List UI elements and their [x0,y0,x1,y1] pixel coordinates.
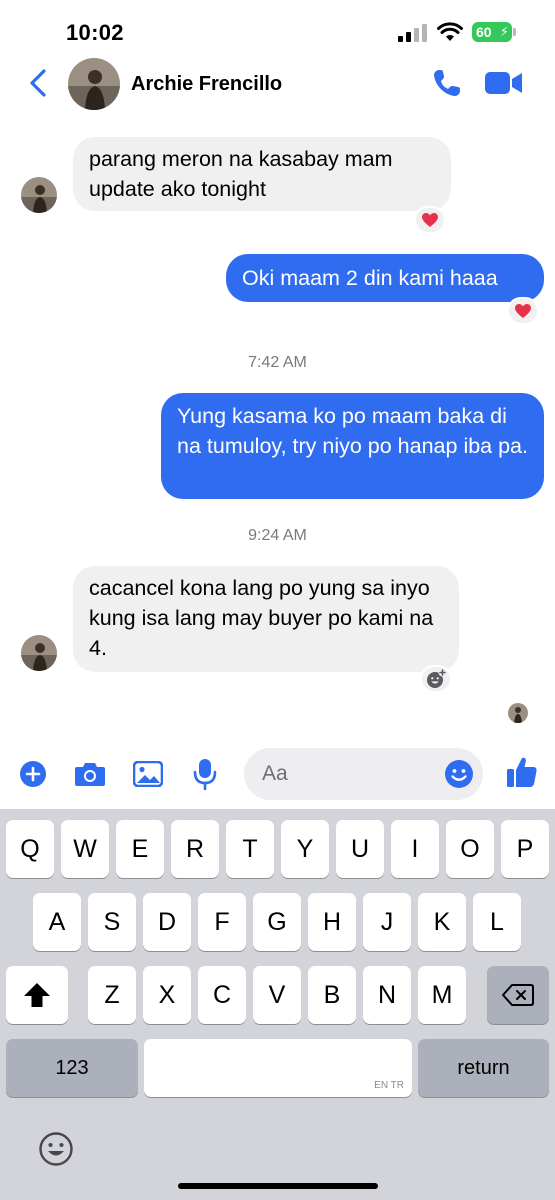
emoji-icon[interactable] [444,759,474,789]
video-call-icon[interactable] [485,70,523,96]
keyboard-language-hint: EN TR [374,1080,404,1091]
sender-avatar[interactable] [21,635,57,671]
key-l[interactable]: L [473,893,521,951]
cellular-signal-icon [398,24,427,42]
microphone-icon[interactable] [193,758,217,790]
key-q[interactable]: Q [6,820,54,878]
key-y[interactable]: Y [281,820,329,878]
shift-arrow-icon [24,983,50,1007]
key-c[interactable]: C [198,966,246,1024]
timestamp: 9:24 AM [248,527,307,544]
key-n[interactable]: N [363,966,411,1024]
chat-header: Archie Frencillo [0,56,555,116]
contact-name[interactable]: Archie Frencillo [131,73,282,96]
thumbs-up-icon[interactable] [505,755,539,789]
camera-icon[interactable] [74,760,106,788]
status-time: 10:02 [66,20,124,45]
key-d[interactable]: D [143,893,191,951]
key-z[interactable]: Z [88,966,136,1024]
keyboard-emoji-icon[interactable] [38,1131,74,1167]
key-b[interactable]: B [308,966,356,1024]
on-screen-keyboard: Q W E R T Y U I O P A S D F G H J K L Z … [0,809,555,1200]
contact-avatar[interactable] [68,58,120,110]
key-u[interactable]: U [336,820,384,878]
status-bar: 10:02 60 ⚡ [0,0,555,60]
shift-key[interactable] [6,966,68,1024]
gallery-icon[interactable] [133,761,163,787]
key-o[interactable]: O [446,820,494,878]
battery-tip [513,28,516,36]
key-r[interactable]: R [171,820,219,878]
key-j[interactable]: J [363,893,411,951]
seen-by-avatar [508,703,528,723]
back-chevron-icon[interactable] [26,68,52,98]
timestamp: 7:42 AM [248,354,307,371]
key-f[interactable]: F [198,893,246,951]
key-w[interactable]: W [61,820,109,878]
key-x[interactable]: X [143,966,191,1024]
heart-reaction-icon[interactable] [507,297,539,325]
key-g[interactable]: G [253,893,301,951]
return-key[interactable]: return [418,1039,549,1097]
backspace-icon [502,984,534,1006]
key-k[interactable]: K [418,893,466,951]
space-key[interactable]: EN TR [144,1039,412,1097]
heart-reaction-icon[interactable] [414,206,446,234]
key-h[interactable]: H [308,893,356,951]
message-bubble-outgoing[interactable]: Yung kasama ko po maam baka di na tumulo… [161,393,544,499]
message-bubble-incoming[interactable]: parang meron na kasabay mam update ako t… [73,137,451,211]
key-e[interactable]: E [116,820,164,878]
message-input[interactable] [262,760,442,788]
key-i[interactable]: I [391,820,439,878]
charging-icon: ⚡ [499,24,509,39]
key-a[interactable]: A [33,893,81,951]
sender-avatar[interactable] [21,177,57,213]
message-bubble-incoming[interactable]: cacancel kona lang po yung sa inyo kung … [73,566,459,672]
battery-indicator: 60 ⚡ [472,22,512,42]
numbers-key[interactable]: 123 [6,1039,138,1097]
home-indicator[interactable] [178,1183,378,1189]
wifi-icon [437,22,463,41]
key-p[interactable]: P [501,820,549,878]
key-v[interactable]: V [253,966,301,1024]
key-m[interactable]: M [418,966,466,1024]
plus-icon[interactable] [19,760,47,788]
add-reaction-icon[interactable] [420,665,452,693]
key-t[interactable]: T [226,820,274,878]
composer-bar [0,745,555,803]
battery-level: 60 [476,24,492,40]
delete-key[interactable] [487,966,549,1024]
message-bubble-outgoing[interactable]: Oki maam 2 din kami haaa [226,254,544,302]
key-s[interactable]: S [88,893,136,951]
phone-call-icon[interactable] [432,68,462,98]
message-input-container[interactable] [244,748,483,800]
